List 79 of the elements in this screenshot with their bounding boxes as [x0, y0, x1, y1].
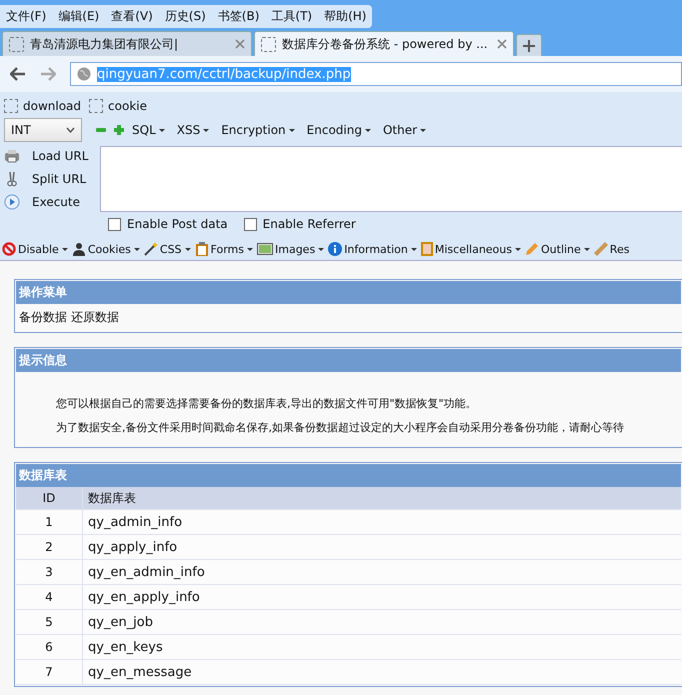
globe-icon: [77, 67, 91, 81]
menu-item[interactable]: 工具(T): [271, 8, 312, 25]
column-header: ID: [16, 487, 83, 509]
wand-icon: [144, 242, 158, 256]
pencil-icon: [525, 242, 539, 256]
panel-header: 操作菜单: [16, 281, 681, 304]
action-link[interactable]: Execute: [32, 194, 80, 208]
page-icon: [261, 36, 276, 52]
table-cell: 7: [16, 660, 83, 684]
prohibited-icon: [2, 242, 16, 256]
back-icon[interactable]: [10, 67, 26, 81]
url-input-field[interactable]: [100, 146, 682, 212]
info-text: 您可以根据自己的需要选择需要备份的数据库表,导出的数据文件可用"数据恢复"功能。: [56, 396, 478, 411]
forward-icon[interactable]: [40, 67, 56, 81]
menu-link[interactable]: 还原数据: [71, 309, 119, 326]
toolbar-menu[interactable]: Disable: [2, 242, 68, 256]
toggle-button[interactable]: cookie: [89, 99, 147, 113]
table-cell-text: qy_admin_info: [87, 514, 182, 530]
toolbar-menu[interactable]: CSS: [144, 242, 191, 256]
table-cell-text: qy_en_message: [87, 664, 192, 680]
dropdown-menu[interactable]: Other: [382, 123, 426, 137]
menu-item[interactable]: 帮助(H): [324, 8, 366, 25]
toolbar-menu[interactable]: Forms: [194, 242, 253, 256]
toolbar-menu[interactable]: Miscellaneous: [420, 242, 521, 256]
dropdown-menu[interactable]: Encoding: [306, 123, 371, 137]
notebook-icon: [420, 242, 433, 256]
option-checkbox[interactable]: Enable Referrer: [244, 217, 356, 231]
table-cell: 1: [16, 510, 83, 534]
page-icon: [9, 36, 24, 52]
toggle-button[interactable]: download: [4, 99, 82, 113]
toolbar-menu[interactable]: Outline: [525, 242, 590, 256]
table-cell: 3: [16, 560, 83, 584]
menu-link[interactable]: 备份数据: [19, 309, 67, 326]
image-icon: [257, 243, 273, 255]
dropdown-menu[interactable]: SQL: [132, 123, 165, 137]
action-link[interactable]: Split URL: [32, 172, 86, 186]
minus-icon[interactable]: [96, 125, 106, 135]
close-icon[interactable]: [235, 39, 245, 49]
toolbar-menu[interactable]: Cookies: [72, 242, 140, 256]
person-icon: [72, 242, 86, 256]
table-cell-text: qy_en_apply_info: [87, 590, 200, 604]
close-icon[interactable]: [497, 39, 507, 49]
info-icon: [328, 242, 342, 256]
caret-icon: [66, 127, 75, 133]
action-link[interactable]: Load URL: [32, 148, 88, 162]
column-header: 数据库表: [87, 490, 136, 506]
table-cell-text: qy_apply_info: [87, 540, 178, 554]
plus-icon[interactable]: [114, 125, 124, 135]
option-checkbox[interactable]: Enable Post data: [108, 217, 228, 231]
ruler-icon: [594, 242, 608, 256]
dropdown-menu[interactable]: Encryption: [221, 123, 295, 137]
menu-item[interactable]: 历史(S): [164, 8, 206, 25]
panel-header: 数据库表: [16, 464, 681, 487]
table-cell: 5: [16, 610, 83, 634]
toolbar-menu[interactable]: Images: [257, 242, 324, 256]
browser-tab[interactable]: 数据库分卷备份系统 - powered by ...: [254, 31, 514, 56]
toolbar-menu[interactable]: Information: [328, 242, 417, 256]
plus-icon: [523, 40, 535, 52]
table-cell: 4: [16, 585, 83, 609]
info-text: 为了数据安全,备份文件采用时间戳命名保存,如果备份数据超过设定的大小程序会自动采用分卷备份功能，请耐心等待: [56, 420, 625, 435]
menu-item[interactable]: 文件(F): [6, 8, 46, 25]
panel-header: 提示信息: [16, 349, 681, 372]
toolbar-menu[interactable]: Res: [594, 242, 630, 256]
menu-item[interactable]: 编辑(E): [58, 8, 100, 25]
table-cell: 2: [16, 535, 83, 559]
menu-item[interactable]: 查看(V): [111, 8, 153, 25]
url-text: qingyuan7.com/cctrl/backup/index.php: [97, 66, 351, 82]
menu-item[interactable]: 书签(B): [218, 8, 260, 25]
table-cell-text: qy_en_admin_info: [87, 564, 205, 580]
table-cell-text: qy_en_job: [87, 614, 153, 630]
new-tab-button[interactable]: [516, 34, 542, 56]
clipboard-icon: [194, 242, 209, 256]
printer-icon: [4, 148, 20, 162]
table-cell: 6: [16, 635, 83, 659]
browser-tab[interactable]: 青岛清源电力集团有限公司|: [2, 31, 252, 56]
table-cell-text: qy_en_keys: [87, 640, 163, 654]
dropdown-menu[interactable]: XSS: [176, 123, 210, 137]
type-select[interactable]: INT: [4, 118, 82, 142]
play-icon: [4, 194, 20, 210]
